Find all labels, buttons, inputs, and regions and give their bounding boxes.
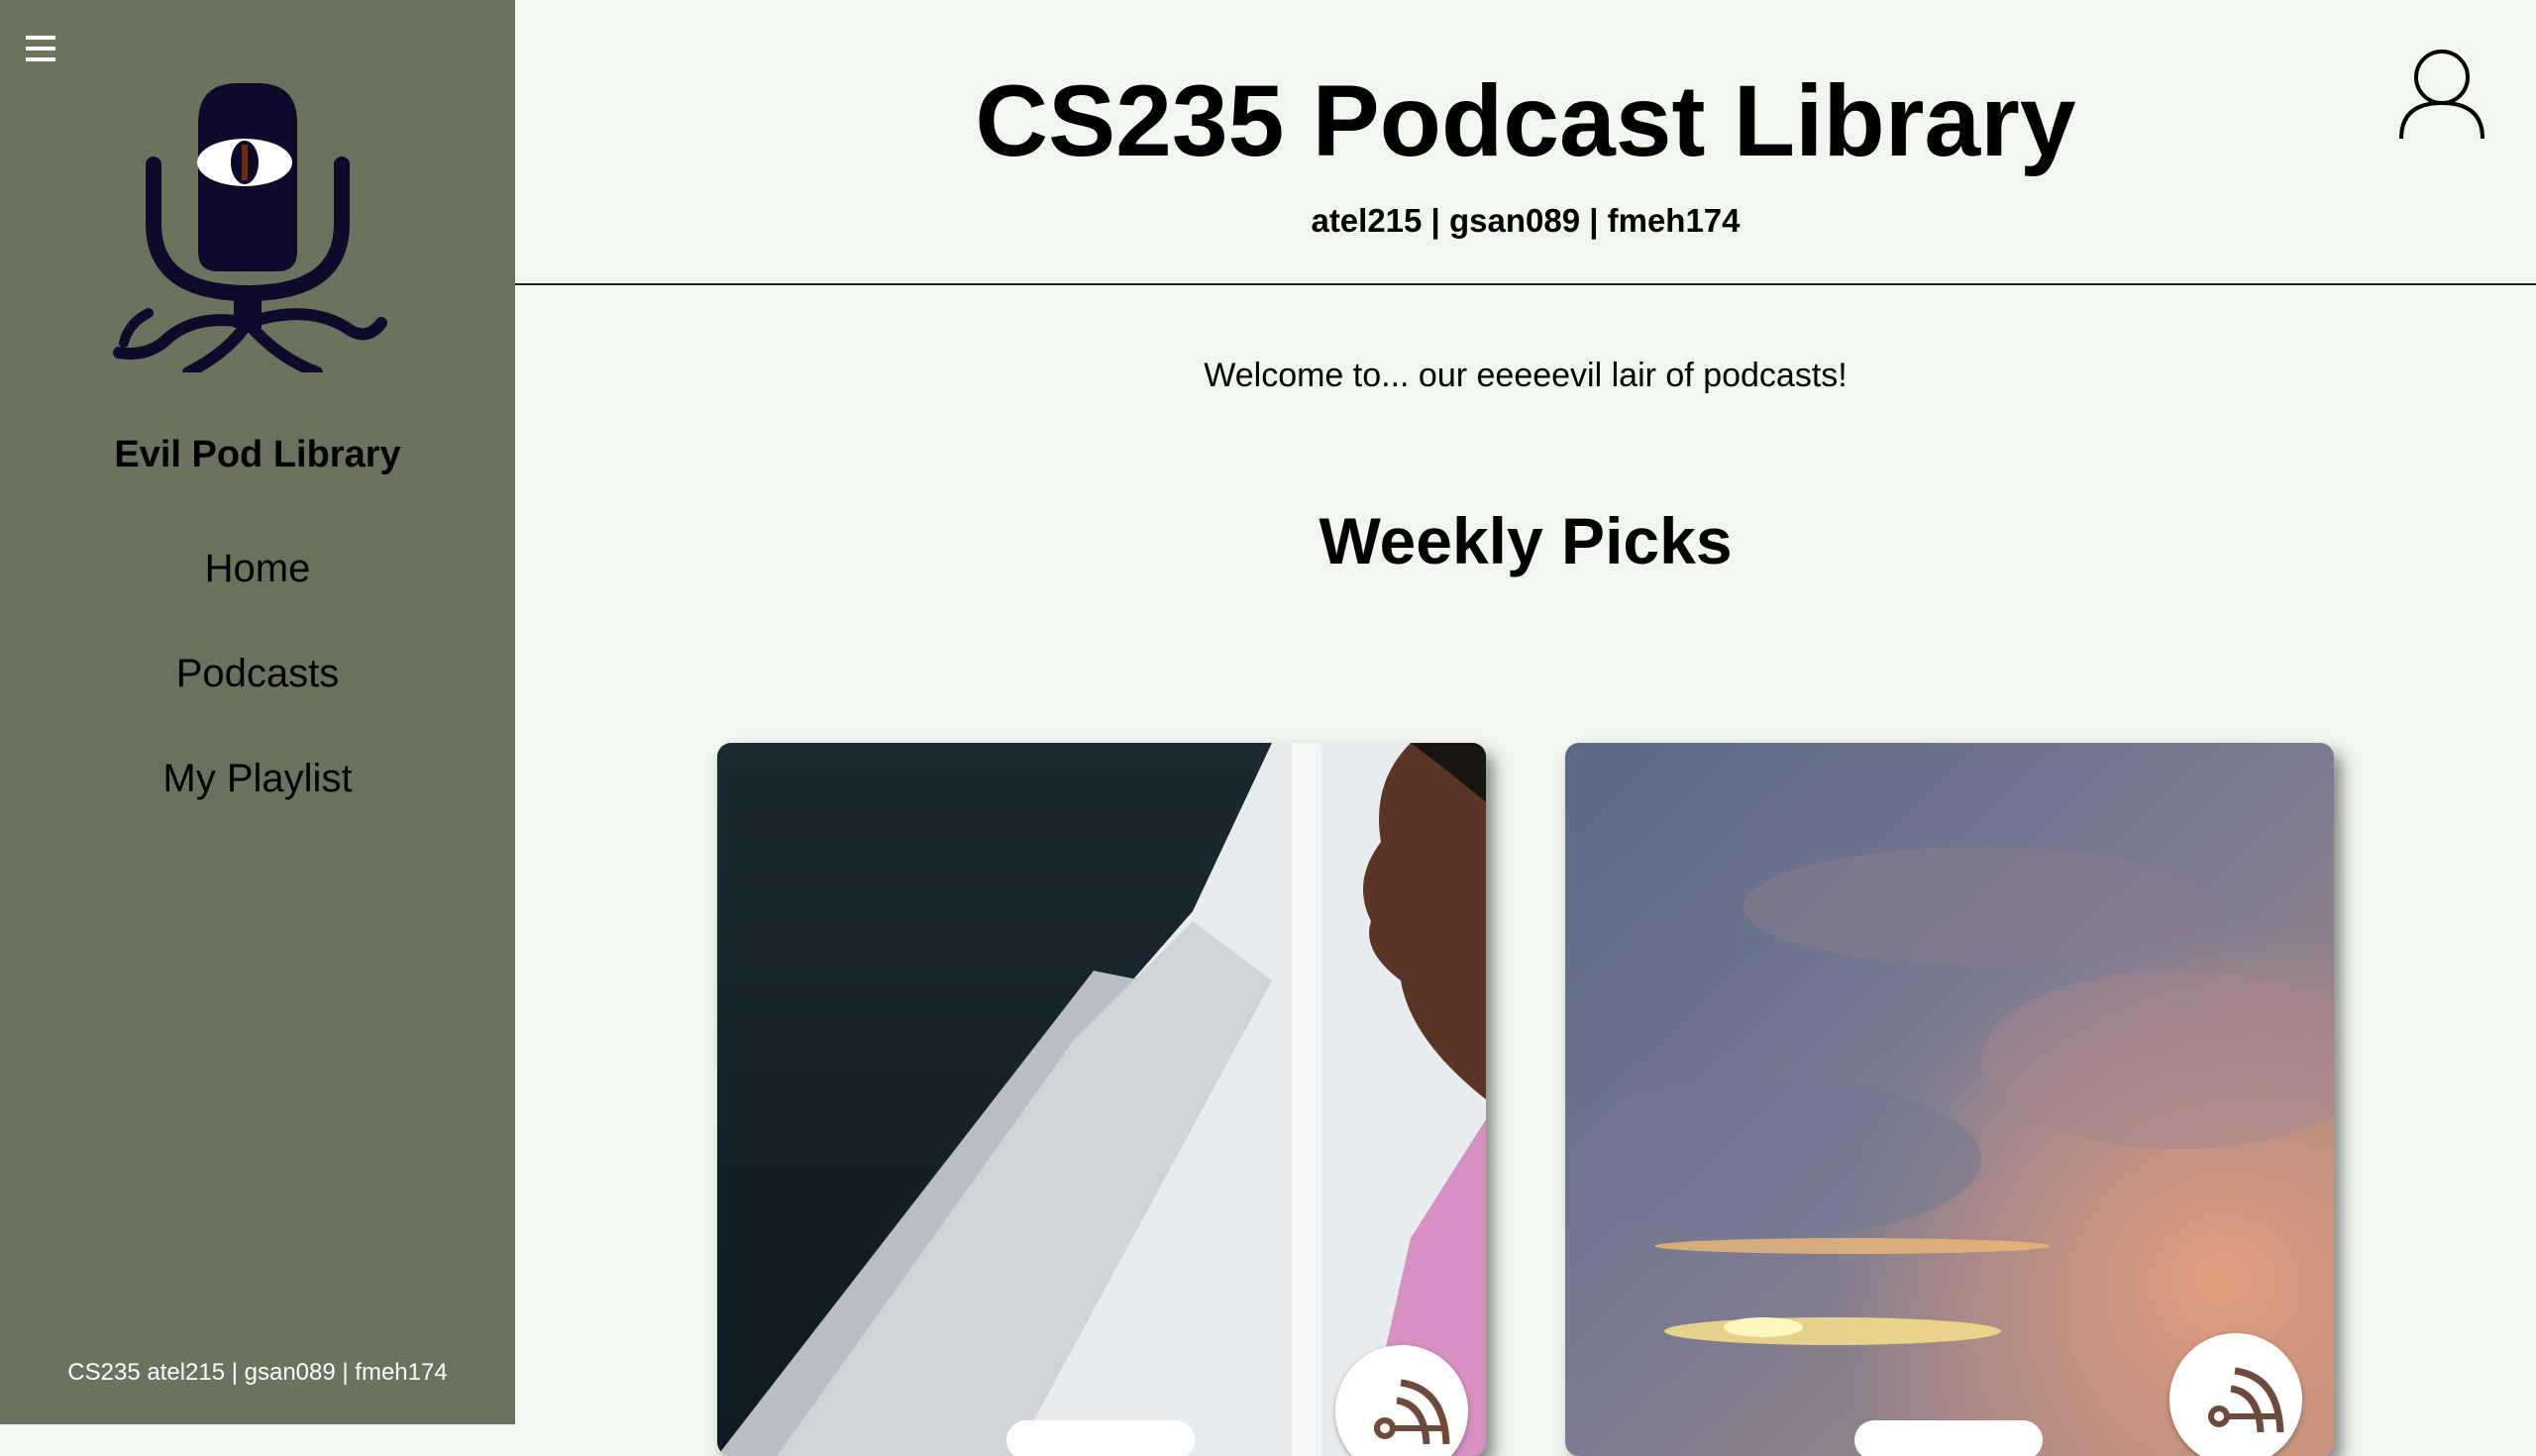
- sidebar: Evil Pod Library Home Podcasts My Playli…: [0, 0, 515, 1424]
- brand-title: Evil Pod Library: [114, 434, 401, 475]
- evil-eye-microphone-logo: [113, 83, 387, 372]
- welcome-text: Welcome to... our eeeeevil lair of podca…: [1204, 357, 1848, 394]
- nav-item-my-playlist[interactable]: My Playlist: [0, 757, 515, 801]
- header-divider: [515, 283, 2536, 285]
- card-label-pill: [1854, 1420, 2043, 1456]
- podcast-card[interactable]: [1565, 743, 2334, 1456]
- person-on-boat-photo: [717, 743, 1486, 1456]
- main-content: CS235 Podcast Library atel215 | gsan089 …: [515, 0, 2536, 1456]
- nav-item-podcasts[interactable]: Podcasts: [0, 652, 515, 696]
- hamburger-menu-icon[interactable]: [26, 36, 55, 63]
- card-label-pill: [1006, 1420, 1195, 1456]
- weekly-picks-heading: Weekly Picks: [1319, 504, 1733, 577]
- podcast-icon: [2169, 1333, 2302, 1456]
- nav-item-home[interactable]: Home: [0, 547, 515, 591]
- podcast-card[interactable]: [717, 743, 1486, 1456]
- authors-line: atel215 | gsan089 | fmeh174: [1311, 202, 1741, 239]
- page-title: CS235 Podcast Library: [975, 64, 2076, 177]
- user-account-icon[interactable]: [2397, 48, 2486, 145]
- sidebar-footer: CS235 atel215 | gsan089 | fmeh174: [67, 1359, 448, 1386]
